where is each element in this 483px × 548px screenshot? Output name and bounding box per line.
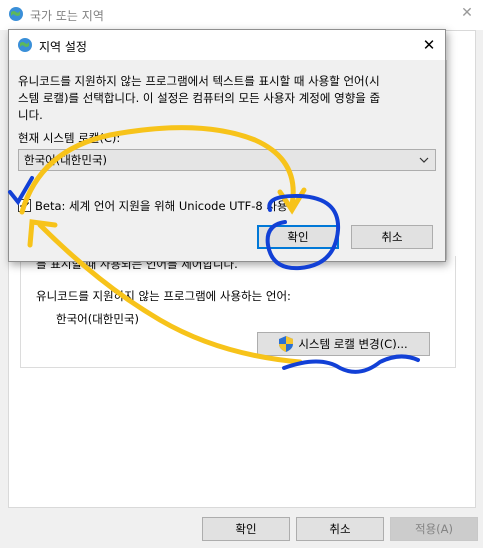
utf8-checkbox[interactable]: [18, 199, 31, 212]
panel-edge: [446, 60, 476, 260]
current-locale-label: 현재 시스템 로캘(C):: [18, 131, 121, 145]
change-system-locale-button[interactable]: 시스템 로캘 변경(C)...: [257, 332, 430, 356]
description-line: 스템 로캘)를 선택합니다. 이 설정은 컴퓨터의 모든 사용자 계정에 영향을…: [18, 91, 381, 105]
globe-icon: [18, 38, 32, 52]
region-apply-button[interactable]: 적용(A): [390, 517, 478, 541]
utf8-checkbox-label[interactable]: Beta: 세계 언어 지원을 위해 Unicode UTF-8 사용: [35, 198, 288, 214]
system-locale-select[interactable]: 한국어(대한민국): [18, 149, 436, 171]
dialog-titlebar: 지역 설정 ✕: [9, 30, 445, 60]
region-window-titlebar: 국가 또는 지역 ✕: [0, 0, 483, 30]
change-system-locale-label: 시스템 로캘 변경(C)...: [298, 337, 408, 351]
uac-shield-icon: [279, 336, 294, 352]
description-line: 유니코드를 지원하지 않는 프로그램에서 텍스트를 표시할 때 사용할 언어(시: [18, 74, 380, 88]
current-language-value: 한국어(대한민국): [56, 312, 140, 326]
non-unicode-label: 유니코드를 지원하지 않는 프로그램에 사용하는 언어:: [36, 289, 291, 303]
chevron-down-icon: [419, 157, 429, 163]
dialog-description: 유니코드를 지원하지 않는 프로그램에서 텍스트를 표시할 때 사용할 언어(시…: [18, 73, 438, 124]
region-window-title: 국가 또는 지역: [30, 9, 104, 23]
globe-icon: [9, 7, 23, 21]
region-ok-button[interactable]: 확인: [202, 517, 290, 541]
description-line: 니다.: [18, 108, 43, 122]
dialog-cancel-button[interactable]: 취소: [351, 225, 433, 249]
region-cancel-button[interactable]: 취소: [296, 517, 384, 541]
checkmark-icon: [19, 201, 30, 210]
dialog-close-icon[interactable]: ✕: [419, 35, 439, 55]
region-settings-dialog: 지역 설정 ✕ 유니코드를 지원하지 않는 프로그램에서 텍스트를 표시할 때 …: [8, 29, 446, 262]
dialog-ok-button[interactable]: 확인: [257, 225, 339, 249]
region-window-close-icon[interactable]: ✕: [459, 5, 475, 21]
system-locale-value: 한국어(대한민국): [24, 153, 108, 167]
dialog-title: 지역 설정: [39, 40, 87, 54]
